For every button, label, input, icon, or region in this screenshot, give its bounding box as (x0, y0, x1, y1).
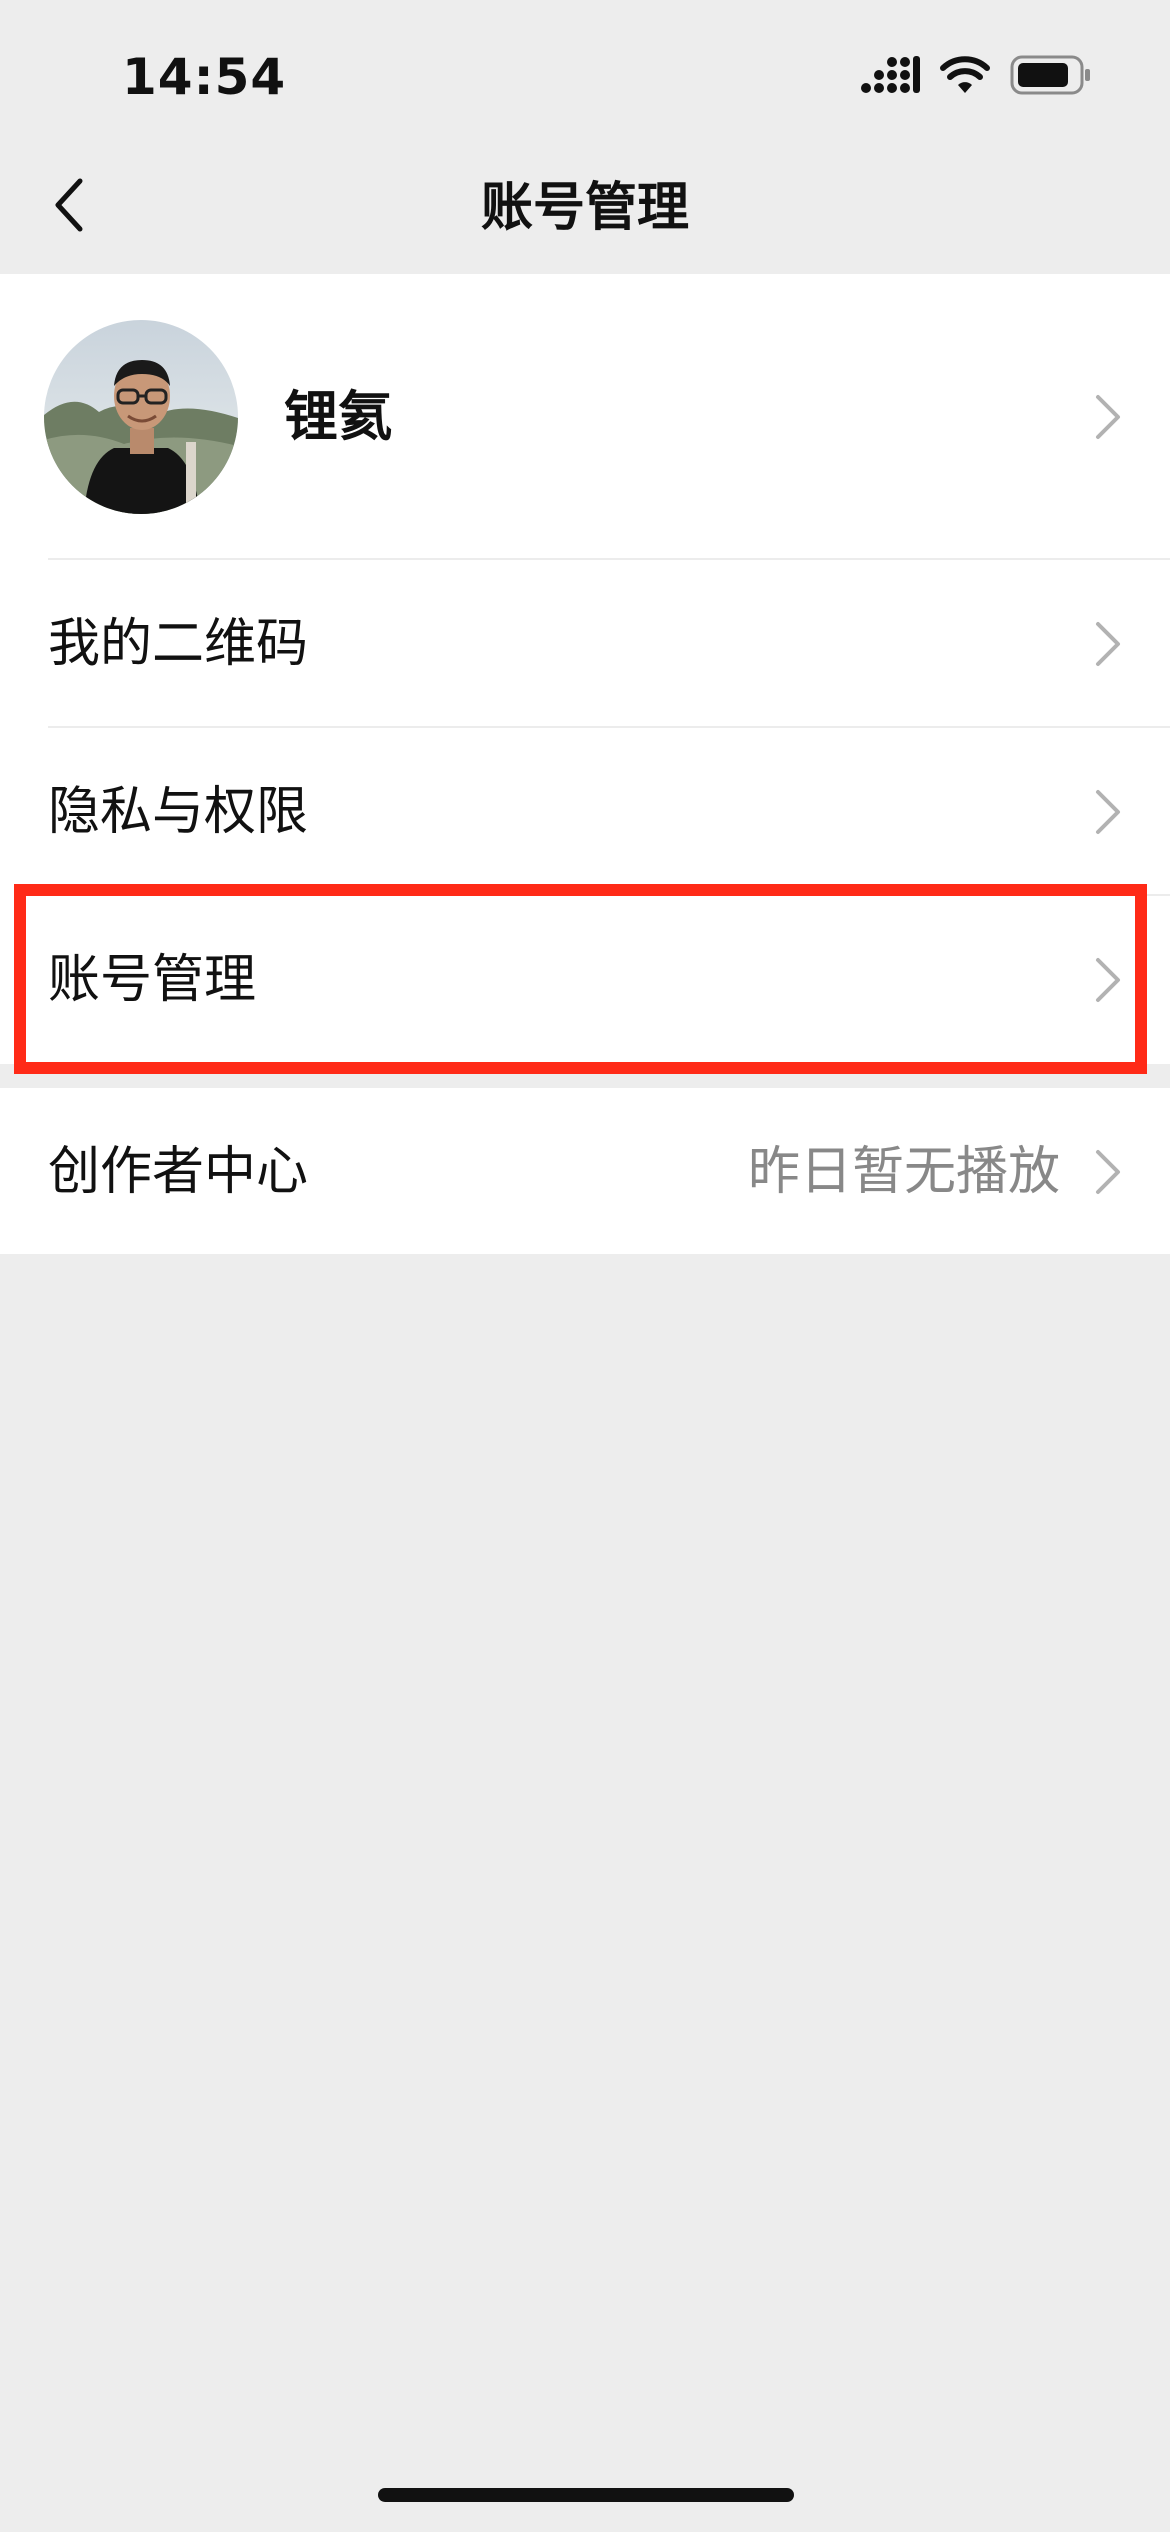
wifi-icon (940, 55, 990, 99)
menu-item-qr-code[interactable]: 我的二维码 (0, 560, 1170, 728)
chevron-right-icon (1096, 790, 1120, 834)
status-icons (860, 52, 1092, 102)
menu-item-label: 账号管理 (48, 950, 257, 1010)
settings-list: 锂氦 我的二维码 隐私与权限 账号管理 (0, 274, 1170, 1064)
menu-item-account-management[interactable]: 账号管理 (0, 896, 1170, 1064)
chevron-right-icon (1096, 958, 1120, 1002)
home-indicator[interactable] (378, 2488, 794, 2502)
page-title: 账号管理 (480, 178, 689, 238)
menu-item-privacy[interactable]: 隐私与权限 (0, 728, 1170, 896)
menu-item-label: 创作者中心 (48, 1142, 309, 1202)
nav-bar: 账号管理 (0, 140, 1170, 274)
status-bar: 14:54 (0, 0, 1170, 140)
chevron-right-icon (1096, 395, 1120, 439)
chevron-right-icon (1096, 1150, 1120, 1194)
status-time: 14:54 (122, 48, 287, 106)
creator-status-text: 昨日暂无播放 (747, 1142, 1060, 1202)
avatar (44, 320, 238, 514)
menu-item-creator-center[interactable]: 创作者中心 昨日暂无播放 (0, 1088, 1170, 1254)
profile-name: 锂氦 (284, 385, 392, 448)
profile-row[interactable]: 锂氦 (0, 274, 1170, 560)
cellular-signal-icon (860, 54, 920, 100)
battery-icon (1010, 54, 1092, 100)
menu-item-label: 隐私与权限 (48, 782, 309, 842)
menu-item-label: 我的二维码 (48, 614, 309, 674)
chevron-right-icon (1096, 622, 1120, 666)
section-gap (0, 1064, 1170, 1088)
